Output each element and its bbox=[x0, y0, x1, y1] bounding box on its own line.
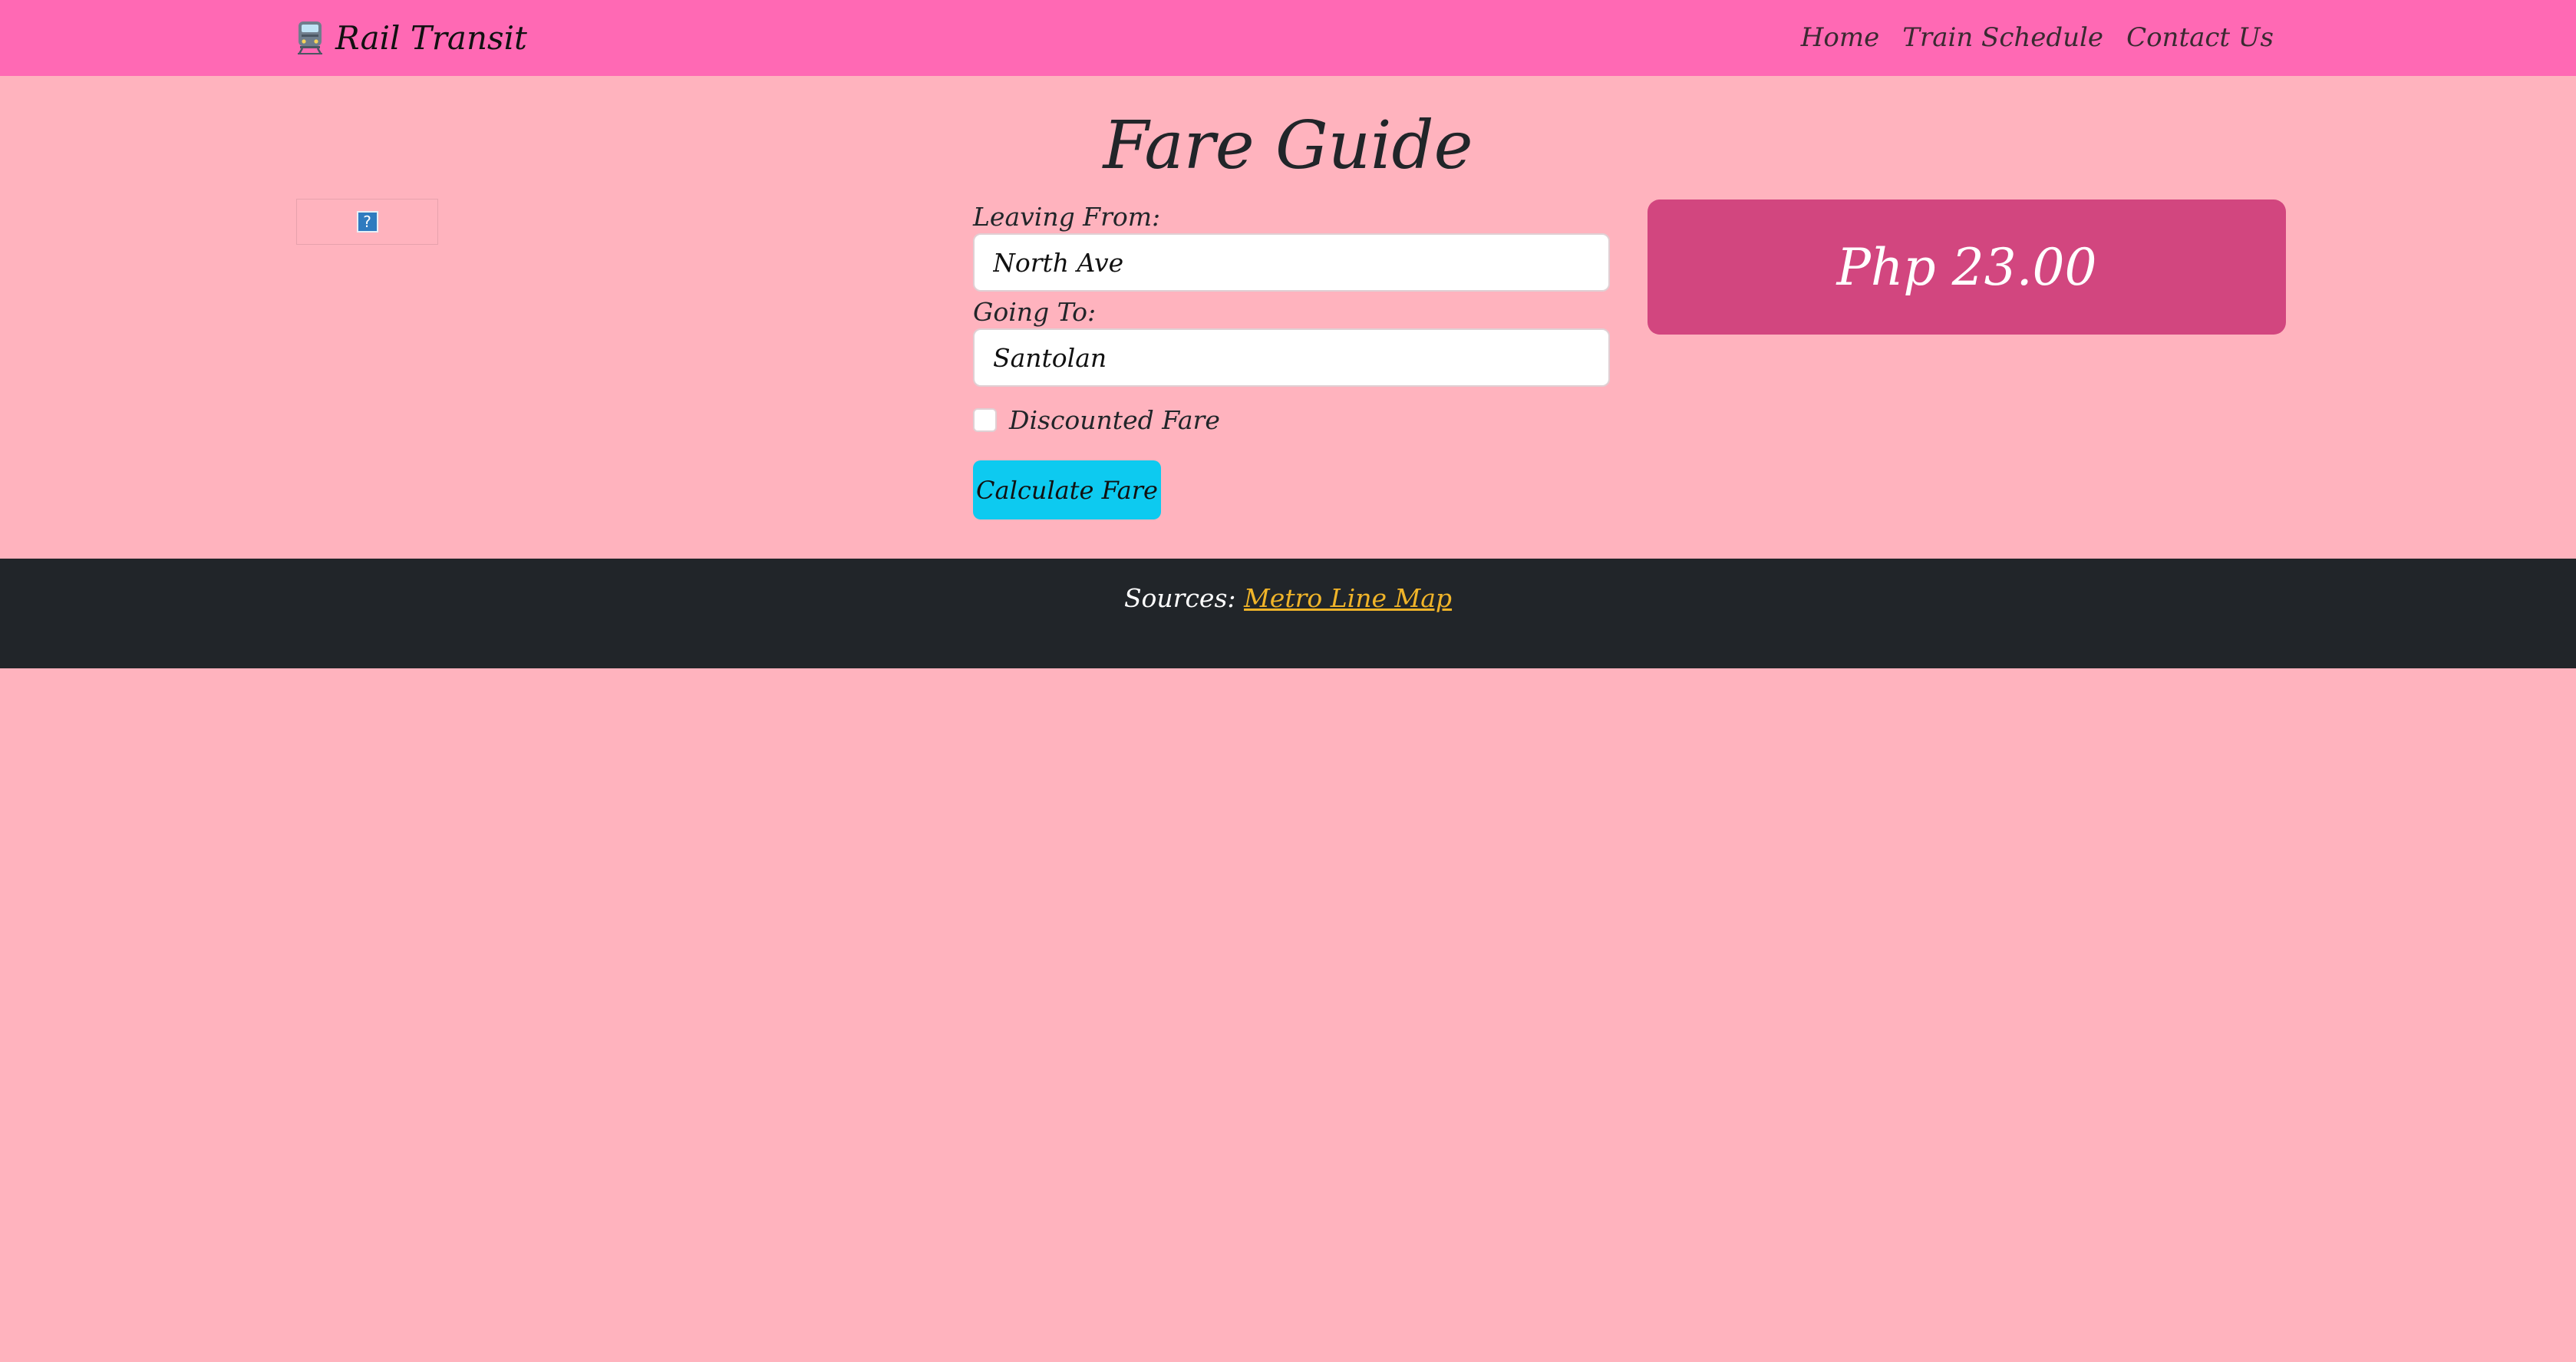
fare-result-box: Php 23.00 bbox=[1648, 200, 2286, 335]
footer: Sources: Metro Line Map bbox=[0, 559, 2576, 668]
fare-amount: Php 23.00 bbox=[1836, 237, 2097, 297]
nav-links: Home Train Schedule Contact Us bbox=[1801, 11, 2274, 64]
nav-link-train-schedule[interactable]: Train Schedule bbox=[1902, 22, 2103, 53]
leaving-from-input[interactable] bbox=[973, 233, 1610, 292]
calculate-fare-button[interactable]: Calculate Fare bbox=[973, 460, 1161, 519]
metro-line-map-link[interactable]: Metro Line Map bbox=[1244, 583, 1452, 613]
fare-form: Leaving From: Going To: Discounted Fare … bbox=[973, 201, 1610, 519]
nav-link-contact-us[interactable]: Contact Us bbox=[2126, 22, 2274, 53]
sources-label: Sources: bbox=[1123, 583, 1236, 613]
page-title: Fare Guide bbox=[1103, 107, 1473, 184]
discounted-fare-label[interactable]: Discounted Fare bbox=[1009, 405, 1220, 435]
brand-link[interactable]: Rail Transit bbox=[295, 11, 527, 64]
map-image: ? bbox=[296, 199, 438, 245]
train-icon bbox=[295, 20, 325, 55]
navbar: Rail Transit Home Train Schedule Contact… bbox=[0, 0, 2576, 76]
broken-image-icon: ? bbox=[356, 211, 378, 232]
discounted-fare-checkbox[interactable] bbox=[973, 407, 997, 432]
discount-row: Discounted Fare bbox=[973, 401, 1610, 439]
going-to-label: Going To: bbox=[973, 297, 1097, 327]
sources-line: Sources: Metro Line Map bbox=[0, 583, 2576, 613]
going-to-input[interactable] bbox=[973, 328, 1610, 387]
brand-title: Rail Transit bbox=[335, 18, 527, 57]
leaving-from-label: Leaving From: bbox=[973, 202, 1161, 232]
nav-link-home[interactable]: Home bbox=[1801, 22, 1879, 53]
